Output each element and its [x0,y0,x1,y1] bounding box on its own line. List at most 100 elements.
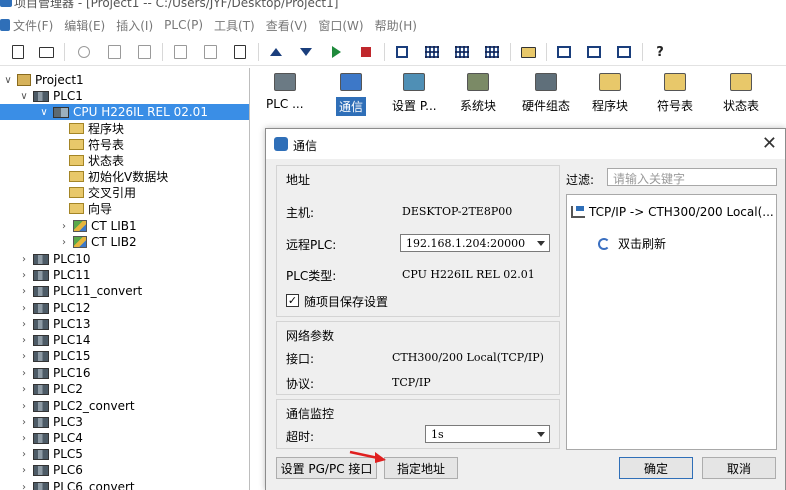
check-icon[interactable] [200,42,220,62]
tree-item-label: 程序块 [88,121,125,136]
stop-icon[interactable] [356,42,376,62]
tree-item-plc[interactable]: › PLC4 [0,430,249,446]
tree-item-plc[interactable]: › PLC6 [0,462,249,478]
expand-icon[interactable]: › [58,237,70,248]
run-icon[interactable] [326,42,346,62]
import-icon[interactable] [518,42,538,62]
tree-item-plc[interactable]: › PLC2 [0,381,249,397]
open-folder-icon[interactable] [36,42,56,62]
ribbon-system-block[interactable]: 系统块 [460,73,496,114]
refresh-item[interactable]: 双击刷新 [598,235,666,252]
split-icon[interactable] [584,42,604,62]
tree-item-plc[interactable]: › PLC11 [0,267,249,283]
tree-item-ctlib1[interactable]: › CT LIB1 [0,218,249,234]
expand-icon[interactable]: › [18,401,30,412]
tree-item-cross-reference[interactable]: 交叉引用 [0,184,249,200]
download-icon[interactable] [296,42,316,62]
tree-item-plc[interactable]: › PLC15 [0,348,249,364]
paste-icon[interactable] [134,42,154,62]
tree-item-plc1[interactable]: ∨ PLC1 [0,88,249,104]
export-icon[interactable] [230,42,250,62]
expand-icon[interactable]: › [18,351,30,362]
tree-item-plc[interactable]: › PLC3 [0,414,249,430]
toolbar-separator [384,43,385,61]
save-settings-checkbox[interactable]: ✓ [286,294,299,307]
expand-icon[interactable]: › [18,417,30,428]
help-icon[interactable]: ? [650,42,670,62]
ribbon-symbol-table[interactable]: 符号表 [657,73,693,114]
menu-file[interactable]: 文件(F) [13,17,53,34]
menu-window[interactable]: 窗口(W) [318,17,363,34]
expand-icon[interactable]: › [18,433,30,444]
expand-icon[interactable]: › [58,221,70,232]
new-file-icon[interactable] [8,42,28,62]
monitor-icon[interactable] [392,42,412,62]
remote-plc-select[interactable]: 192.168.1.204:20000 [400,234,550,252]
tree-item-wizard[interactable]: 向导 [0,200,249,216]
ribbon-plc[interactable]: PLC ... [266,73,304,111]
menu-bar: 文件(F) 编辑(E) 插入(I) PLC(P) 工具(T) 查看(V) 窗口(… [0,14,786,36]
menu-tools[interactable]: 工具(T) [214,17,255,34]
tree-item-project[interactable]: ∨ Project1 [0,72,249,88]
ribbon-set-pgpc[interactable]: 设置 P... [392,73,437,114]
expand-icon[interactable]: › [18,384,30,395]
tree-item-program-blocks[interactable]: 程序块 [0,120,249,136]
tree-item-plc[interactable]: › PLC13 [0,316,249,332]
expand-icon[interactable]: › [18,449,30,460]
cut-icon[interactable] [74,42,94,62]
menu-insert[interactable]: 插入(I) [116,17,153,34]
collapse-icon[interactable]: ∨ [2,75,14,86]
table-view-icon[interactable] [452,42,472,62]
tree-item-init-v-data[interactable]: 初始化V数据块 [0,168,249,184]
ribbon-program-block[interactable]: 程序块 [592,73,628,114]
collapse-icon[interactable]: ∨ [18,91,30,102]
ribbon-label: PLC ... [266,97,304,111]
expand-icon[interactable]: › [18,270,30,281]
expand-icon[interactable]: › [18,286,30,297]
expand-icon[interactable]: › [18,254,30,265]
expand-icon[interactable]: › [18,319,30,330]
tree-item-plc[interactable]: › PLC5 [0,446,249,462]
expand-icon[interactable]: › [18,482,30,490]
panel-icon[interactable] [614,42,634,62]
ribbon-hardware-config[interactable]: 硬件组态 [522,73,570,114]
tree-item-plc[interactable]: › PLC12 [0,300,249,316]
tree-item-plc[interactable]: › PLC14 [0,332,249,348]
connection-item[interactable]: TCP/IP -> CTH300/200 Local(... [571,205,774,219]
expand-icon[interactable]: › [18,465,30,476]
tree-item-plc[interactable]: › PLC16 [0,365,249,381]
ribbon-label: 符号表 [657,99,694,113]
menu-edit[interactable]: 编辑(E) [64,17,105,34]
tree-item-symbol-table[interactable]: 符号表 [0,136,249,152]
set-address-button[interactable]: 指定地址 [384,457,458,479]
expand-icon[interactable]: › [18,368,30,379]
collapse-icon[interactable]: ∨ [38,107,50,118]
expand-icon[interactable]: › [18,303,30,314]
table-view-alt-icon[interactable] [482,42,502,62]
plc-icon [33,383,49,395]
tree-item-plc[interactable]: › PLC6_convert [0,479,249,490]
menu-view[interactable]: 查看(V) [266,17,308,34]
tree-item-plc[interactable]: › PLC2_convert [0,398,249,414]
ok-button[interactable]: 确定 [619,457,693,479]
compile-icon[interactable] [170,42,190,62]
cancel-button[interactable]: 取消 [702,457,776,479]
timeout-select[interactable]: 1s [425,425,550,443]
tree-item-plc[interactable]: › PLC10 [0,251,249,267]
save-settings-label: 随项目保存设置 [304,295,389,309]
upload-icon[interactable] [266,42,286,62]
menu-help[interactable]: 帮助(H) [375,17,417,34]
layout-icon[interactable] [554,42,574,62]
tree-item-ctlib2[interactable]: › CT LIB2 [0,234,249,250]
expand-icon[interactable]: › [18,335,30,346]
ribbon-communication[interactable]: 通信 [336,73,367,116]
close-icon[interactable]: ✕ [762,133,777,154]
copy-icon[interactable] [104,42,124,62]
filter-input[interactable]: 请输入关键字 [607,168,777,186]
tree-item-cpu[interactable]: ∨ CPU H226IL REL 02.01 [0,104,249,120]
menu-plc[interactable]: PLC(P) [164,18,203,32]
tree-item-status-table[interactable]: 状态表 [0,152,249,168]
network-view-icon[interactable] [422,42,442,62]
ribbon-status-table[interactable]: 状态表 [723,73,759,114]
tree-item-plc[interactable]: › PLC11_convert [0,283,249,299]
